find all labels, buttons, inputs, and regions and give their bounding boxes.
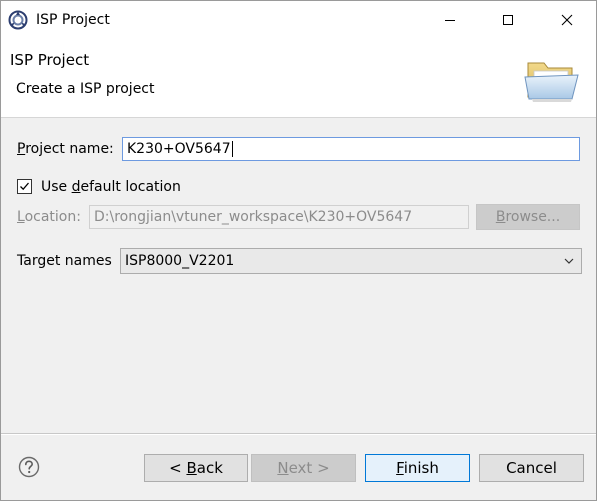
minimize-icon xyxy=(445,20,455,21)
footer-divider-highlight xyxy=(1,434,596,435)
checkmark-icon xyxy=(20,182,29,191)
use-default-location-label[interactable]: Use default location xyxy=(41,178,181,196)
banner-title: ISP Project xyxy=(10,51,90,69)
close-button[interactable] xyxy=(538,1,596,39)
maximize-button[interactable] xyxy=(479,1,537,39)
banner-description: Create a ISP project xyxy=(16,81,155,97)
minimize-button[interactable] xyxy=(421,1,479,39)
browse-button[interactable]: Browse... xyxy=(476,204,580,230)
close-icon xyxy=(561,14,573,26)
text-caret xyxy=(231,141,233,157)
title-bar: ISP Project xyxy=(1,1,596,39)
window-title: ISP Project xyxy=(36,12,110,28)
target-names-select[interactable]: ISP8000_V2201 xyxy=(120,248,582,274)
isp-project-dialog: ISP Project ISP Project Create a ISP pro… xyxy=(0,0,597,501)
maximize-icon xyxy=(503,15,513,25)
finish-button[interactable]: Finish xyxy=(365,454,470,482)
target-names-value: ISP8000_V2201 xyxy=(125,253,235,269)
wizard-banner: ISP Project Create a ISP project xyxy=(1,39,596,118)
back-button[interactable]: < Back xyxy=(144,454,248,482)
location-input[interactable]: D:\rongjian\vtuner_workspace\K230+OV5647 xyxy=(89,205,469,229)
project-name-label: Project name: xyxy=(17,141,114,157)
chevron-down-icon xyxy=(564,258,574,264)
help-icon[interactable] xyxy=(18,456,40,478)
location-label: Location: xyxy=(17,209,81,225)
folder-icon xyxy=(524,62,579,102)
project-name-input[interactable]: K230+OV5647 xyxy=(122,137,580,161)
app-icon xyxy=(8,10,28,30)
next-button[interactable]: Next > xyxy=(251,454,356,482)
use-default-location-checkbox[interactable] xyxy=(17,179,32,194)
cancel-button[interactable]: Cancel xyxy=(479,454,584,482)
target-names-label: Target names xyxy=(17,253,112,269)
